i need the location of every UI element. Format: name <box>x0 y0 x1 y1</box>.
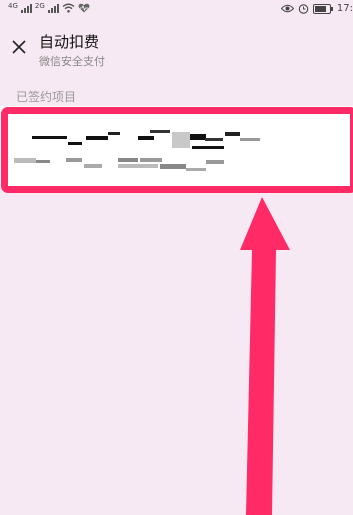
red-arrow-annotation <box>240 197 290 515</box>
